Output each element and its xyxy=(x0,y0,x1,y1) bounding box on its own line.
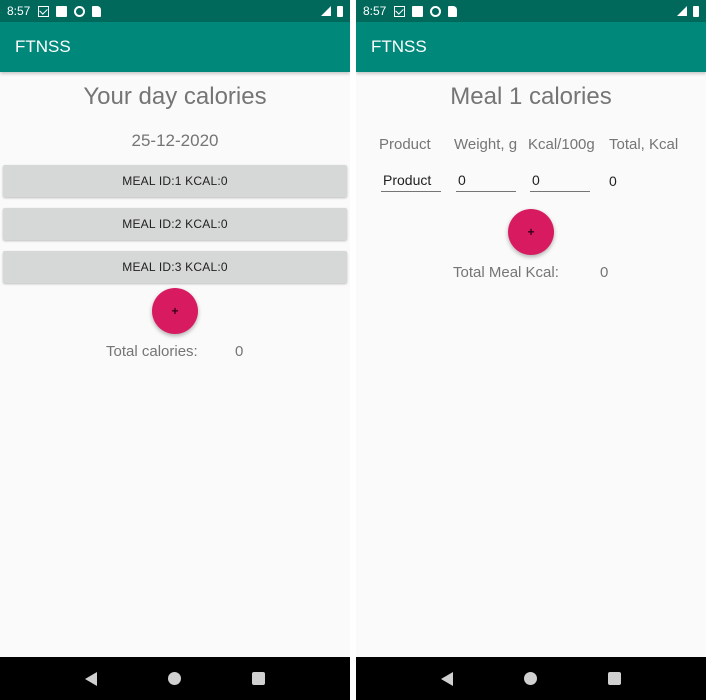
phone-screen-meal: 8:57 FTNSS Meal 1 calories Product Weigh… xyxy=(356,0,706,700)
sd-card-icon xyxy=(448,5,458,17)
photo-icon xyxy=(56,5,68,17)
app-toolbar: FTNSS xyxy=(356,22,706,72)
date-label: 25-12-2020 xyxy=(131,131,219,150)
meal-button-3[interactable]: MEAL ID:3 KCAL:0 xyxy=(3,251,347,283)
status-bar: 8:57 xyxy=(0,0,350,22)
add-product-button[interactable]: + xyxy=(508,209,554,255)
column-header-product: Product xyxy=(379,136,431,153)
total-meal-kcal-label: Total Meal Kcal: xyxy=(453,264,559,281)
status-time: 8:57 xyxy=(363,4,387,18)
meal-content: Meal 1 calories Product Weight, g Kcal/1… xyxy=(356,72,706,657)
column-header-total: Total, Kcal xyxy=(609,136,679,153)
sync-icon xyxy=(74,5,86,17)
plus-icon: + xyxy=(527,225,535,239)
gmail-icon xyxy=(394,5,406,17)
app-title: FTNSS xyxy=(15,37,71,56)
column-header-kcal: Kcal/100g xyxy=(528,136,595,153)
recents-icon[interactable] xyxy=(251,672,265,685)
back-icon[interactable] xyxy=(441,671,454,686)
sd-card-icon xyxy=(92,5,102,17)
plus-icon: + xyxy=(171,304,179,318)
battery-icon xyxy=(337,5,343,17)
photo-icon xyxy=(412,5,424,17)
home-icon[interactable] xyxy=(167,672,181,685)
app-toolbar: FTNSS xyxy=(0,22,350,72)
page-title: Meal 1 calories xyxy=(450,83,612,110)
signal-icon xyxy=(321,6,331,16)
meal-button-2[interactable]: MEAL ID:2 KCAL:0 xyxy=(3,208,347,240)
gmail-icon xyxy=(38,5,50,17)
recents-icon[interactable] xyxy=(607,672,621,685)
navigation-bar xyxy=(0,657,350,700)
app-title: FTNSS xyxy=(371,37,427,56)
navigation-bar xyxy=(356,657,706,700)
day-content: Your day calories 25-12-2020 MEAL ID:1 K… xyxy=(0,72,350,657)
row-total-value: 0 xyxy=(609,173,617,189)
phone-screen-day: 8:57 FTNSS Your day calories 25-12-2020 … xyxy=(0,0,350,700)
add-meal-button[interactable]: + xyxy=(152,288,198,334)
weight-input[interactable]: 0 xyxy=(456,171,516,192)
back-icon[interactable] xyxy=(85,671,98,686)
product-input[interactable]: Product xyxy=(381,171,441,192)
battery-icon xyxy=(693,5,699,17)
signal-icon xyxy=(677,6,687,16)
total-calories-label: Total calories: xyxy=(106,343,198,360)
total-meal-kcal-value: 0 xyxy=(600,264,609,281)
home-icon[interactable] xyxy=(523,672,537,685)
status-time: 8:57 xyxy=(7,4,31,18)
sync-icon xyxy=(430,5,442,17)
status-bar: 8:57 xyxy=(356,0,706,22)
kcal-input[interactable]: 0 xyxy=(530,171,590,192)
meal-button-1[interactable]: MEAL ID:1 KCAL:0 xyxy=(3,165,347,197)
total-calories-value: 0 xyxy=(235,343,244,360)
column-header-weight: Weight, g xyxy=(454,136,518,153)
page-title: Your day calories xyxy=(83,83,267,110)
